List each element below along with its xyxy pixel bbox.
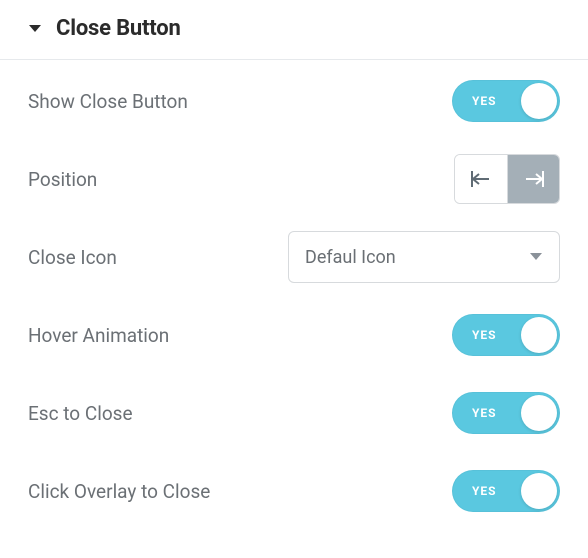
position-left-button[interactable] (455, 155, 507, 203)
row-label: Position (28, 168, 97, 191)
toggle-hover-animation[interactable]: YES (452, 314, 560, 356)
toggle-knob (521, 473, 557, 509)
row-position: Position (28, 140, 560, 218)
position-segmented-control (454, 154, 560, 204)
toggle-label: YES (472, 406, 497, 420)
section-header[interactable]: Close Button (0, 0, 588, 60)
toggle-click-overlay-to-close[interactable]: YES (452, 470, 560, 512)
row-esc-to-close: Esc to Close YES (28, 374, 560, 452)
align-left-icon (469, 169, 493, 189)
toggle-label: YES (472, 328, 497, 342)
section-title: Close Button (56, 16, 181, 41)
settings-rows: Show Close Button YES Position (0, 60, 588, 530)
row-show-close-button: Show Close Button YES (28, 62, 560, 140)
row-click-overlay-to-close: Click Overlay to Close YES (28, 452, 560, 530)
align-right-icon (522, 169, 546, 189)
toggle-label: YES (472, 94, 497, 108)
row-close-icon: Close Icon Defaul Icon (28, 218, 560, 296)
toggle-knob (521, 317, 557, 353)
toggle-knob (521, 395, 557, 431)
toggle-show-close-button[interactable]: YES (452, 80, 560, 122)
close-icon-select[interactable]: Defaul Icon (288, 231, 560, 283)
caret-down-icon (28, 24, 42, 34)
row-label: Hover Animation (28, 324, 169, 347)
row-label: Show Close Button (28, 90, 188, 113)
position-right-button[interactable] (507, 155, 559, 203)
toggle-esc-to-close[interactable]: YES (452, 392, 560, 434)
row-label: Close Icon (28, 246, 117, 269)
row-label: Esc to Close (28, 402, 133, 425)
toggle-label: YES (472, 484, 497, 498)
select-value: Defaul Icon (305, 247, 396, 268)
row-label: Click Overlay to Close (28, 480, 210, 503)
chevron-down-icon (529, 252, 543, 262)
row-hover-animation: Hover Animation YES (28, 296, 560, 374)
toggle-knob (521, 83, 557, 119)
